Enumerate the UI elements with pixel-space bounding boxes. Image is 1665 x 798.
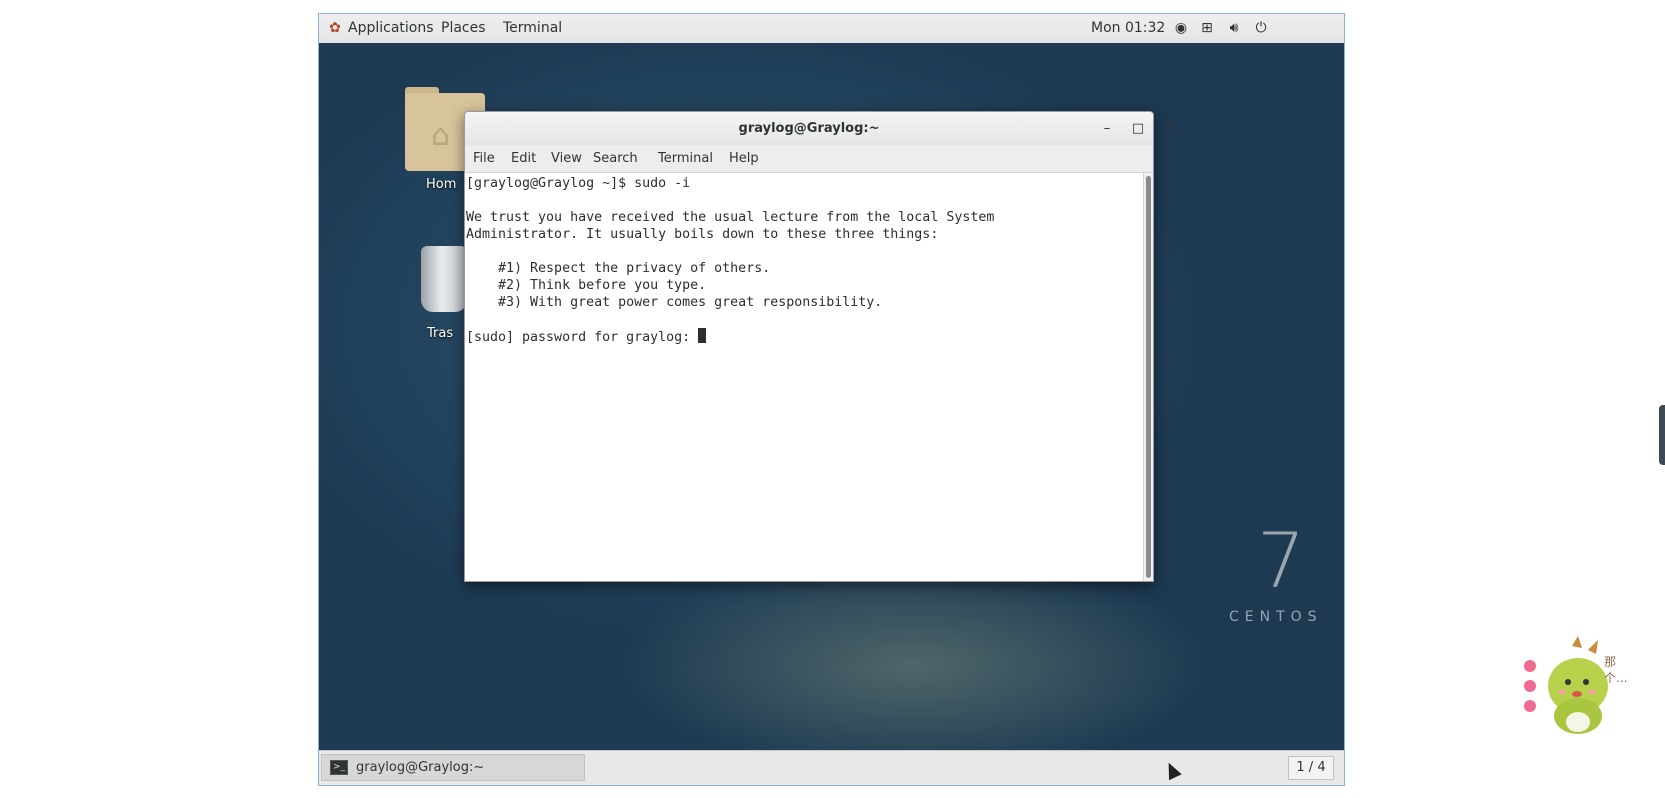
bottom-panel: >_ graylog@Graylog:~ 1 / 4 [319, 750, 1344, 785]
password-prompt-line[interactable]: [sudo] password for graylog: [466, 328, 1143, 345]
vm-screen: ✿ Applications Places Terminal Mon 01:32… [318, 13, 1345, 786]
close-icon[interactable]: ✕ [1162, 120, 1180, 138]
terminal-line: #3) With great power comes great respons… [466, 295, 883, 310]
mascot-sticker: 那个... [1522, 636, 1628, 736]
menu-file[interactable]: File [473, 151, 495, 166]
accessibility-icon[interactable]: ◉ [1173, 20, 1189, 36]
centos-text-watermark: CENTOS [1229, 609, 1323, 625]
terminal-menubar: File Edit View Search Terminal Help [465, 145, 1153, 173]
menu-edit[interactable]: Edit [511, 151, 536, 166]
workspace-switcher[interactable]: 1 / 4 [1288, 756, 1334, 780]
terminal-line: We trust you have received the usual lec… [466, 210, 995, 225]
mascot-icon [1524, 636, 1608, 734]
taskbar-item-terminal[interactable]: >_ graylog@Graylog:~ [321, 754, 585, 781]
terminal-icon: >_ [330, 760, 348, 775]
top-panel: ✿ Applications Places Terminal Mon 01:32… [319, 14, 1344, 44]
terminal-menu[interactable]: Terminal [503, 20, 562, 36]
terminal-line: #2) Think before you type. [466, 278, 707, 293]
window-title: graylog@Graylog:~ [738, 121, 880, 136]
menu-help[interactable]: Help [729, 151, 759, 166]
password-prompt: [sudo] password for graylog: [466, 330, 699, 345]
menu-terminal[interactable]: Terminal [658, 151, 713, 166]
terminal-output[interactable]: [graylog@Graylog ~]$ sudo -i We trust yo… [465, 173, 1143, 581]
mascot-caption: 那个... [1604, 655, 1628, 685]
trash-icon [421, 246, 467, 312]
text-cursor [698, 328, 707, 343]
places-menu[interactable]: Places [441, 20, 486, 36]
maximize-icon[interactable]: □ [1129, 120, 1147, 138]
window-titlebar[interactable]: graylog@Graylog:~ – □ ✕ [465, 112, 1176, 146]
terminal-window[interactable]: graylog@Graylog:~ – □ ✕ File Edit View S… [464, 111, 1176, 582]
power-icon[interactable]: ⏻ [1253, 20, 1269, 36]
applications-menu[interactable]: Applications [348, 20, 434, 36]
network-icon[interactable]: ⊞ [1199, 20, 1215, 36]
terminal-line: #1) Respect the privacy of others. [466, 261, 771, 276]
volume-icon[interactable]: 🔊︎ [1226, 20, 1242, 36]
home-folder-label: Hom [426, 177, 457, 192]
terminal-line: [graylog@Graylog ~]$ sudo -i [466, 176, 691, 191]
minimize-icon[interactable]: – [1098, 120, 1116, 138]
clock[interactable]: Mon 01:32 [1091, 20, 1165, 36]
trash-label: Tras [427, 326, 454, 341]
taskbar-item-label: graylog@Graylog:~ [356, 760, 485, 775]
scrollbar-thumb[interactable] [1146, 176, 1151, 578]
terminal-line: Administrator. It usually boils down to … [466, 227, 939, 242]
menu-search[interactable]: Search [593, 151, 638, 166]
menu-view[interactable]: View [551, 151, 582, 166]
gnome-foot-icon[interactable]: ✿ [327, 20, 343, 36]
terminal-scrollbar[interactable] [1143, 173, 1153, 581]
side-handle[interactable] [1659, 405, 1665, 465]
centos-number-watermark: 7 [1257, 516, 1306, 605]
